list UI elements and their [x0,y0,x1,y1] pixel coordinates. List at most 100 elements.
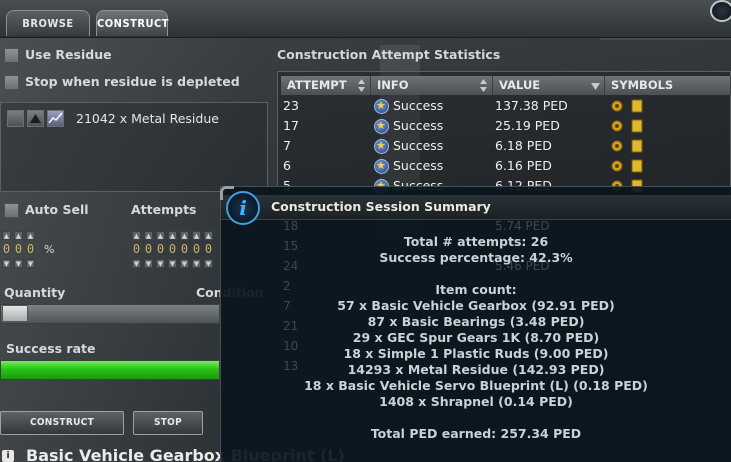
auto-sell-digit-up-icon[interactable]: ▲ [2,231,11,240]
tab-browse[interactable]: BROWSE [6,10,90,36]
auto-sell-label: Auto Sell [25,202,89,217]
column-header-label: ATTEMPT [287,78,347,92]
eye-icon[interactable] [710,0,731,22]
attempts-digit: 0 [156,242,165,256]
info-cell: Success [393,118,444,133]
attempts-digit-down-icon[interactable]: ▼ [192,259,201,268]
success-rate-label: Success rate [6,341,96,356]
tab-bar: BROWSE CONSTRUCT [0,0,731,38]
info-icon: i [226,191,260,225]
summary-total-ped: Total PED earned: 257.34 PED [370,426,582,441]
blueprint-icon [630,99,644,113]
summary-item: 57 x Basic Vehicle Gearbox (92.91 PED) [337,298,615,313]
attempts-digit: 0 [168,242,177,256]
summary-item: 1408 x Shrapnel (0.14 PED) [379,394,573,409]
auto-sell-digit: 0 [2,242,11,256]
auto-sell-digit-down-icon[interactable]: ▼ [14,259,23,268]
summary-total-attempts: Total # attempts: 26 [403,234,549,249]
stop-when-depleted-checkbox[interactable] [4,75,19,90]
value-cell: 25.19 PED [495,118,560,133]
residue-item-text: 21042 x Metal Residue [76,111,219,126]
attempts-digit-down-icon[interactable]: ▼ [144,259,153,268]
attempts-digit: 0 [192,242,201,256]
quantity-slider[interactable] [0,304,220,324]
use-residue-checkbox[interactable] [4,48,19,63]
attempts-digit: 0 [204,242,213,256]
summary-item-count-heading: Item count: [435,282,517,297]
column-header-symbols[interactable]: SYMBOLS [605,76,731,95]
sort-icon[interactable] [357,78,366,93]
auto-sell-digit-up-icon[interactable]: ▲ [26,231,35,240]
gear-icon [610,99,624,113]
attempts-digit-up-icon[interactable]: ▲ [156,231,165,240]
column-header-attempt[interactable]: ATTEMPT [281,76,371,95]
auto-sell-digit-up-icon[interactable]: ▲ [14,231,23,240]
summary-item: 29 x GEC Spur Gears 1K (8.70 PED) [352,330,600,345]
quantity-slider-handle[interactable] [2,305,28,322]
summary-item: 87 x Basic Bearings (3.48 PED) [367,314,585,329]
value-cell: 137.38 PED [495,98,568,113]
tab-construct[interactable]: CONSTRUCT [96,10,169,36]
construct-button[interactable]: CONSTRUCT [0,411,124,435]
column-header-value[interactable]: VALUE [493,76,605,95]
attempts-digit-up-icon[interactable]: ▲ [192,231,201,240]
sort-icon[interactable] [479,78,488,93]
summary-title: Construction Session Summary [271,199,491,214]
attempts-digit-up-icon[interactable]: ▲ [168,231,177,240]
attempts-digit-up-icon[interactable]: ▲ [180,231,189,240]
attempts-digit-up-icon[interactable]: ▲ [204,231,213,240]
attempts-digit-up-icon[interactable]: ▲ [132,231,141,240]
blueprint-icon [630,159,644,173]
info-cell: Success [393,138,444,153]
attempts-digit-down-icon[interactable]: ▼ [180,259,189,268]
star-icon [374,99,389,114]
residue-select-checkbox[interactable] [7,110,24,127]
attempts-digit-up-icon[interactable]: ▲ [144,231,153,240]
chart-icon[interactable] [47,110,64,127]
stop-when-depleted-label: Stop when residue is depleted [25,74,240,89]
auto-sell-digit: 0 [14,242,23,256]
ghost-value: 5.74 PED [495,219,550,233]
attempts-digit: 0 [144,242,153,256]
stats-heading: Construction Attempt Statistics [277,47,501,62]
attempts-label: Attempts [131,202,197,217]
star-icon [374,119,389,134]
attempts-digit-down-icon[interactable]: ▼ [168,259,177,268]
attempt-cell: 23 [283,98,299,113]
column-header-label: VALUE [499,78,541,92]
residue-up-icon[interactable] [27,110,44,127]
attempts-digit-down-icon[interactable]: ▼ [132,259,141,268]
use-residue-label: Use Residue [25,47,112,62]
summary-item: 14293 x Metal Residue (142.93 PED) [347,362,605,377]
attempts-digit: 0 [132,242,141,256]
attempt-cell: 6 [283,158,291,173]
attempts-digit-down-icon[interactable]: ▼ [156,259,165,268]
blueprint-icon [630,119,644,133]
summary-item: 18 x Simple 1 Plastic Ruds (9.00 PED) [343,346,609,361]
success-rate-fill [1,361,219,379]
summary-success-percentage: Success percentage: 42.3% [379,250,573,265]
attempt-cell: 17 [283,118,299,133]
gear-icon [610,139,624,153]
info-icon[interactable]: i [2,450,14,462]
auto-sell-digit-down-icon[interactable]: ▼ [26,259,35,268]
info-cell: Success [393,158,444,173]
column-header-info[interactable]: INFO [371,76,493,95]
star-icon [374,139,389,154]
value-cell: 6.18 PED [495,138,552,153]
star-icon [374,159,389,174]
gear-icon [610,159,624,173]
attempt-cell: 7 [283,138,291,153]
auto-sell-digit: 0 [26,242,35,256]
attempts-digit-down-icon[interactable]: ▼ [204,259,213,268]
auto-sell-digit-down-icon[interactable]: ▼ [2,259,11,268]
attempts-digit: 0 [180,242,189,256]
summary-item: 18 x Basic Vehicle Servo Blueprint (L) (… [304,378,648,393]
ghost-attempt: 18 [283,219,299,233]
gear-icon [610,119,624,133]
sort-desc-icon[interactable] [591,78,600,93]
blueprint-icon [630,139,644,153]
info-cell: Success [393,98,444,113]
stop-button[interactable]: STOP [133,411,203,435]
auto-sell-checkbox[interactable] [4,203,19,218]
